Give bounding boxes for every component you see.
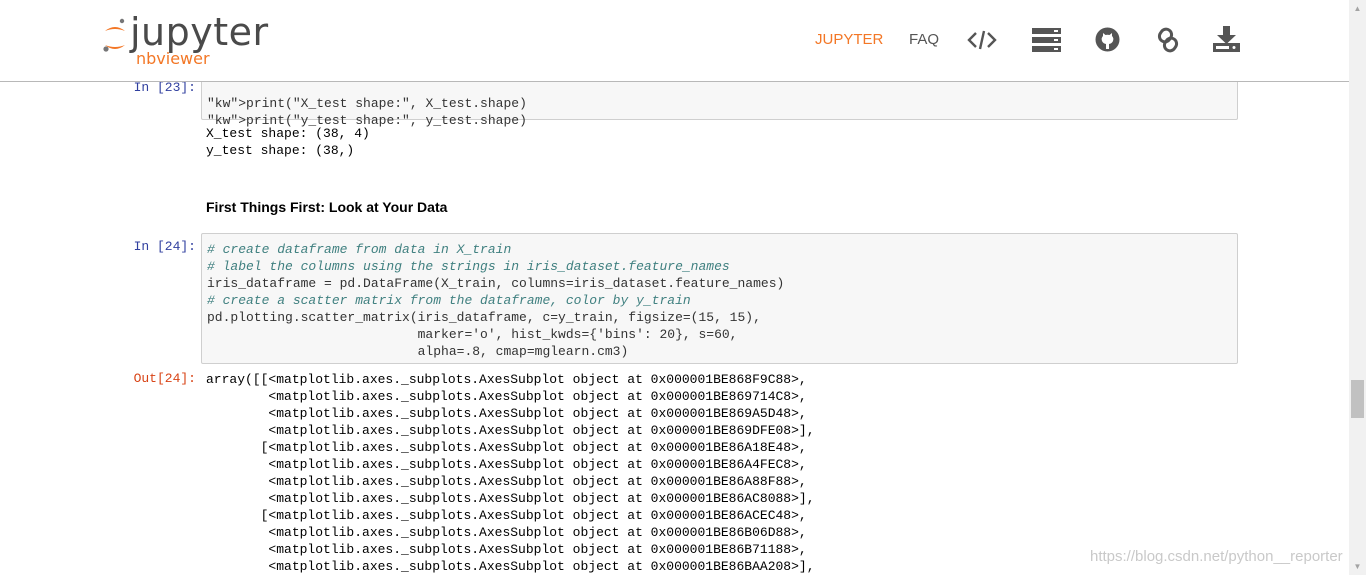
notebook-content: In [23]: "kw">print("X_test shape:", X_t… <box>0 82 1349 575</box>
logo-subtitle: nbviewer <box>136 49 210 68</box>
code-line: pd.plotting.scatter_matrix(iris_datafram… <box>207 310 761 325</box>
cell-output: array([[<matplotlib.axes._subplots.AxesS… <box>206 371 815 575</box>
output-line: <matplotlib.axes._subplots.AxesSubplot o… <box>206 423 815 438</box>
scrollbar-thumb[interactable] <box>1351 380 1364 418</box>
output-line: y_test shape: (38,) <box>206 143 355 158</box>
link-icon[interactable] <box>1157 27 1179 53</box>
output-line: <matplotlib.axes._subplots.AxesSubplot o… <box>206 457 807 472</box>
output-line: <matplotlib.axes._subplots.AxesSubplot o… <box>206 389 807 404</box>
code-line: alpha=.8, cmap=mglearn.cm3) <box>207 344 629 359</box>
output-line: [<matplotlib.axes._subplots.AxesSubplot … <box>206 508 807 523</box>
nav-jupyter-link[interactable]: JUPYTER <box>815 31 883 48</box>
nav-faq-link[interactable]: FAQ <box>909 31 939 48</box>
code-icon[interactable] <box>967 29 997 51</box>
output-line: <matplotlib.axes._subplots.AxesSubplot o… <box>206 559 815 574</box>
scroll-up-arrow-icon[interactable]: ▲ <box>1349 0 1366 17</box>
server-icon[interactable] <box>1032 28 1061 52</box>
navbar: jupyter nbviewer JUPYTER FAQ <box>0 0 1349 82</box>
jupyter-logo-icon <box>103 18 125 52</box>
jupyter-logo[interactable]: jupyter nbviewer <box>102 10 272 70</box>
input-prompt: In [24]: <box>133 239 196 254</box>
code-line: marker='o', hist_kwds={'bins': 20}, s=60… <box>207 327 738 342</box>
markdown-heading: First Things First: Look at Your Data <box>206 199 448 215</box>
cell-output: X_test shape: (38, 4) y_test shape: (38,… <box>206 125 370 159</box>
output-line: <matplotlib.axes._subplots.AxesSubplot o… <box>206 474 807 489</box>
input-prompt: In [23]: <box>133 82 196 95</box>
vertical-scrollbar[interactable]: ▲ ▼ <box>1349 0 1366 575</box>
code-comment-line: # label the columns using the strings in… <box>207 259 730 274</box>
output-prompt: Out[24]: <box>133 371 196 386</box>
code-comment-line: # create dataframe from data in X_train <box>207 242 512 257</box>
output-line: <matplotlib.axes._subplots.AxesSubplot o… <box>206 491 815 506</box>
code-cell-input[interactable]: # create dataframe from data in X_train … <box>201 233 1238 364</box>
output-line: <matplotlib.axes._subplots.AxesSubplot o… <box>206 525 807 540</box>
output-line: [<matplotlib.axes._subplots.AxesSubplot … <box>206 440 807 455</box>
output-line: <matplotlib.axes._subplots.AxesSubplot o… <box>206 406 807 421</box>
code-line: iris_dataframe = pd.DataFrame(X_train, c… <box>207 276 785 291</box>
download-icon[interactable] <box>1213 26 1240 52</box>
logo-wordmark: jupyter <box>130 10 269 54</box>
code-cell-input[interactable]: "kw">print("X_test shape:", X_test.shape… <box>201 82 1238 128</box>
output-line: array([[<matplotlib.axes._subplots.AxesS… <box>206 372 807 387</box>
watermark: https://blog.csdn.net/python__reporter <box>1090 548 1343 565</box>
github-icon[interactable] <box>1095 27 1120 52</box>
output-line: X_test shape: (38, 4) <box>206 126 370 141</box>
code-line: "kw">print("X_test shape:", X_test.shape… <box>207 96 527 111</box>
scroll-down-arrow-icon[interactable]: ▼ <box>1349 558 1366 575</box>
output-line: <matplotlib.axes._subplots.AxesSubplot o… <box>206 542 807 557</box>
code-comment-line: # create a scatter matrix from the dataf… <box>207 293 691 308</box>
